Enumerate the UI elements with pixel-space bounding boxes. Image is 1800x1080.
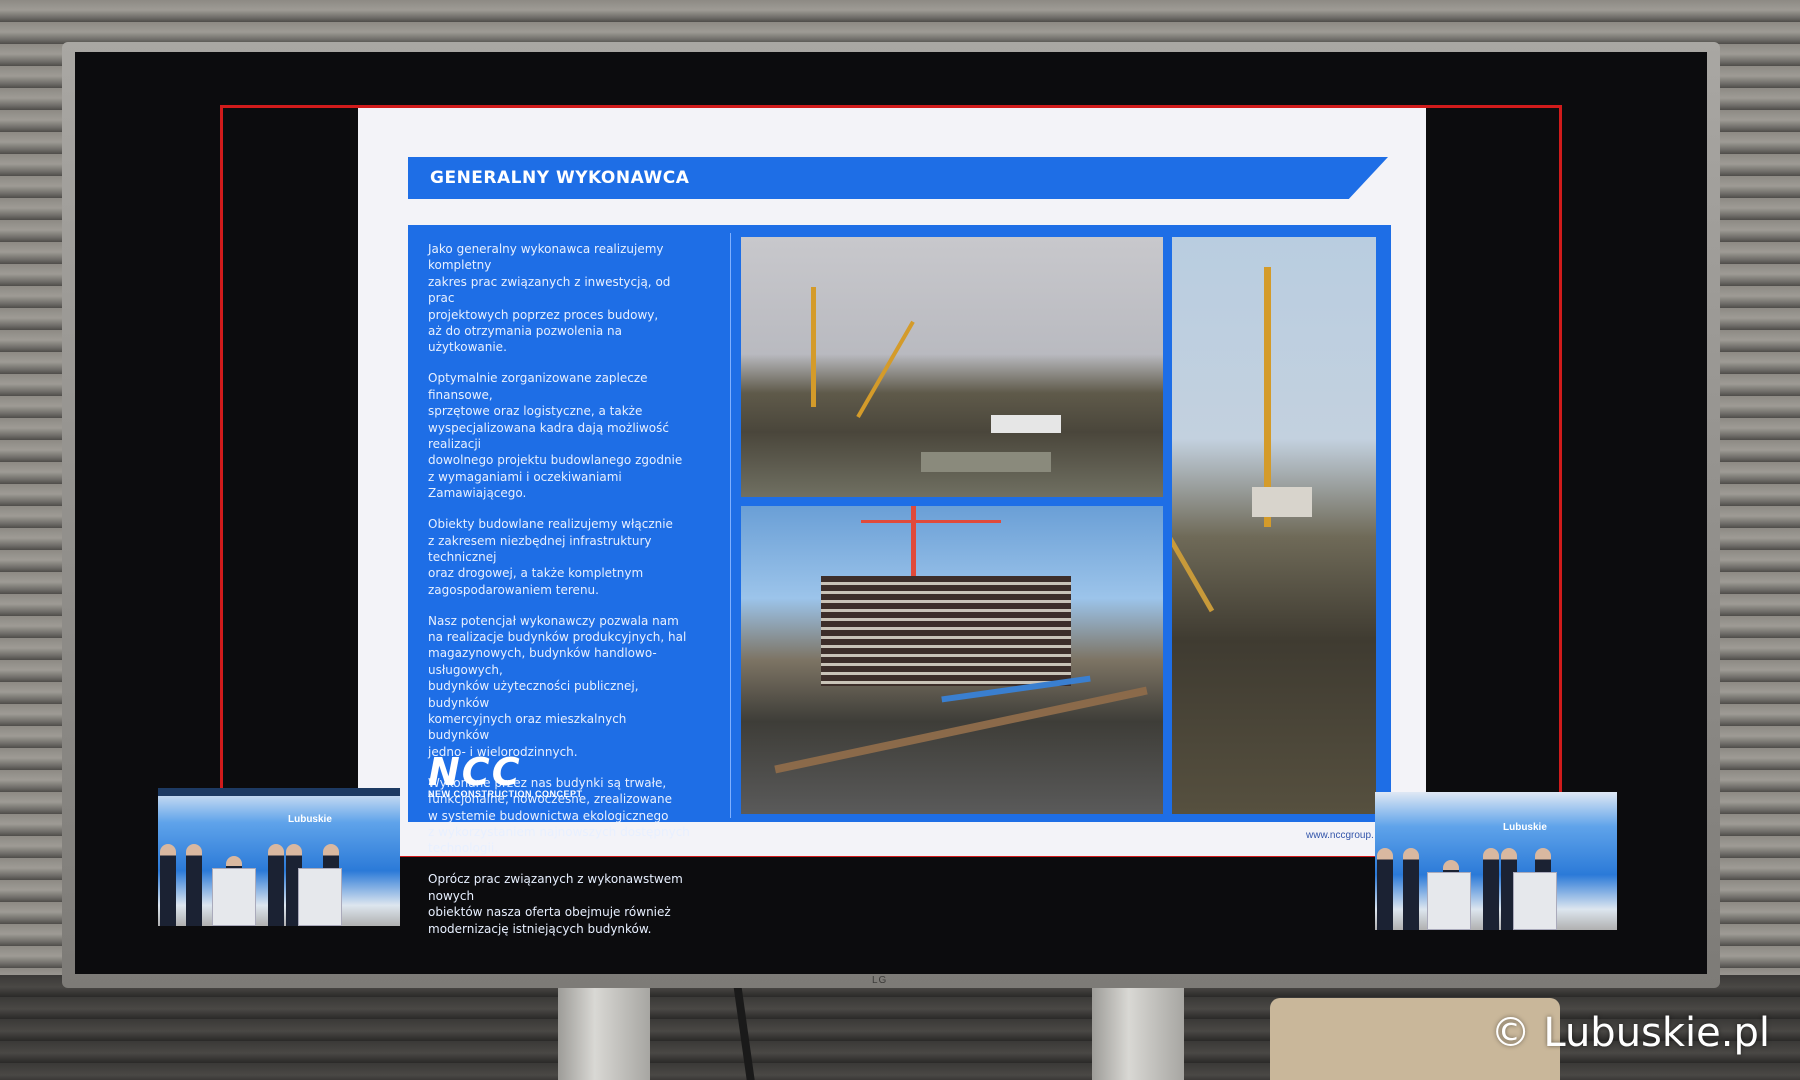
truck <box>991 415 1061 433</box>
slide-text-column: Jako generalny wykonawca realizujemy kom… <box>428 241 690 951</box>
presentation-slide: GENERALNY WYKONAWCA Jako generalny wykon… <box>358 108 1426 936</box>
webcam-inset-left: Lubuskie <box>158 788 400 926</box>
crane-mast <box>811 287 816 407</box>
construction-photo-building <box>741 506 1163 814</box>
pump-boom <box>856 320 915 418</box>
inset-sign: Lubuskie <box>288 814 332 825</box>
ncc-logo-subtitle: NEW CONSTRUCTION CONCEPT <box>428 789 583 799</box>
building-frame <box>821 576 1071 686</box>
drilling-rig-base <box>1252 487 1312 517</box>
paragraph-modernization: Oprócz prac związanych z wykonawstwem no… <box>428 872 683 936</box>
construction-photo-site <box>741 237 1163 497</box>
paragraph-capabilities: Nasz potencjał wykonawczy pozwala nam na… <box>428 613 687 759</box>
tv-stand-right <box>1092 985 1184 1080</box>
construction-photo-drilling-rig <box>1172 237 1376 814</box>
paragraph-infrastructure: Obiekty budowlane realizujemy włącznie z… <box>428 517 673 597</box>
paragraph-resources: Optymalnie zorganizowane zaplecze finans… <box>428 371 683 501</box>
tv-brand-logo: LG <box>872 975 888 986</box>
podium <box>212 868 256 926</box>
ncc-logo: NCC NEW CONSTRUCTION CONCEPT <box>428 750 583 799</box>
company-url: www.nccgroup. <box>1306 830 1374 841</box>
column-divider <box>730 233 731 818</box>
slide-title-banner: GENERALNY WYKONAWCA <box>408 157 1388 199</box>
person <box>1377 848 1393 930</box>
person <box>186 844 202 926</box>
podium <box>298 868 342 926</box>
webcam-inset-right: Lubuskie <box>1375 792 1617 930</box>
person <box>268 844 284 926</box>
person <box>1483 848 1499 930</box>
slide-content-panel: Jako generalny wykonawca realizujemy kom… <box>408 225 1391 936</box>
tower-crane-jib <box>861 520 1001 523</box>
tv-stand-left <box>558 985 650 1080</box>
person <box>1403 848 1419 930</box>
podium <box>1513 872 1557 930</box>
ncc-logo-mark: NCC <box>428 750 522 794</box>
copyright-watermark: © Lubuskie.pl <box>1490 1010 1770 1056</box>
podium <box>1427 872 1471 930</box>
person <box>160 844 176 926</box>
foundation-slab <box>921 452 1051 472</box>
inset-sign: Lubuskie <box>1503 822 1547 833</box>
inset-title-bar <box>158 788 400 796</box>
paragraph-general-contractor: Jako generalny wykonawca realizujemy kom… <box>428 242 671 355</box>
ladder <box>1172 531 1215 613</box>
slide-title: GENERALNY WYKONAWCA <box>430 168 690 188</box>
